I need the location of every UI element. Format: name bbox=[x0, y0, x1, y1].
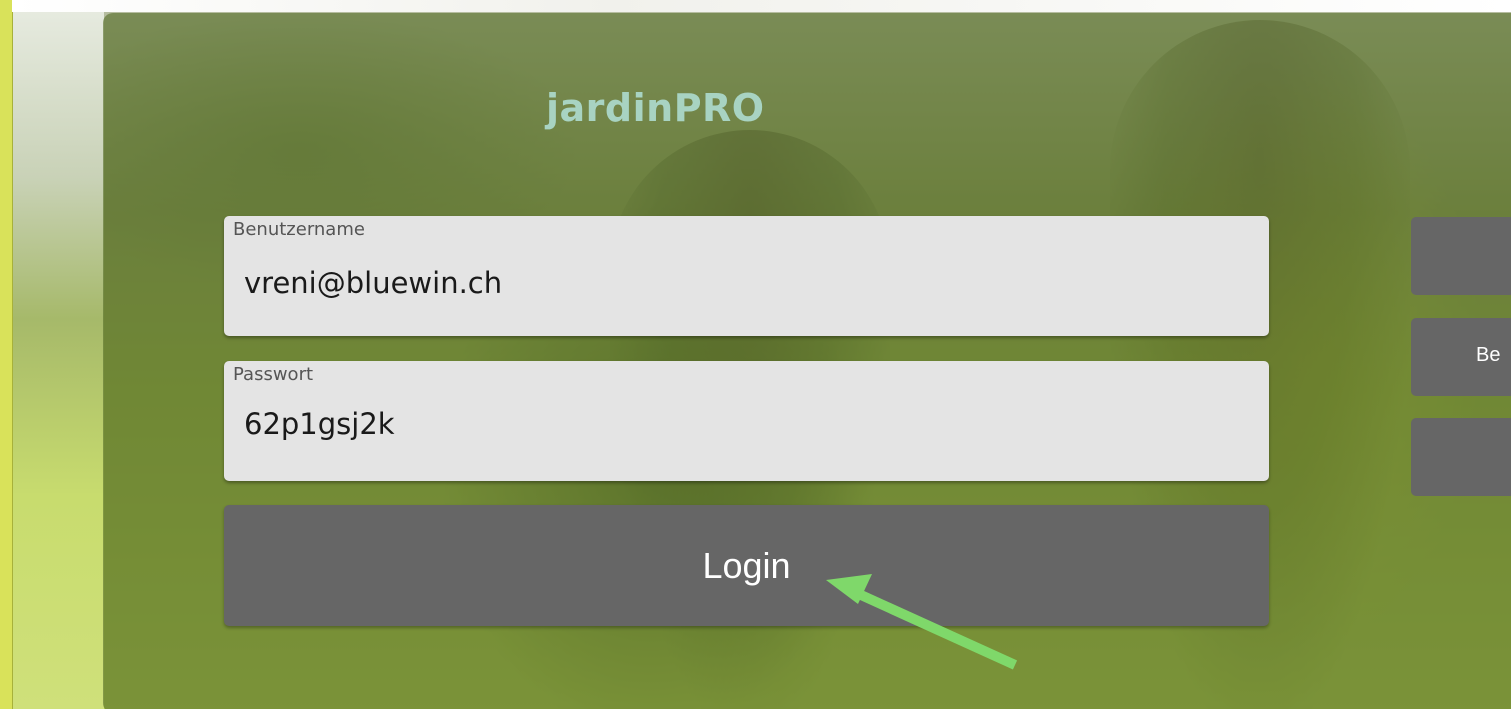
username-field[interactable]: Benutzername vreni@bluewin.ch bbox=[224, 216, 1269, 336]
password-field[interactable]: Passwort 62p1gsj2k bbox=[224, 361, 1269, 481]
login-button[interactable]: Login bbox=[224, 505, 1269, 626]
top-edge bbox=[12, 0, 1511, 12]
side-button-2-label: Be bbox=[1476, 344, 1501, 366]
side-button-2[interactable]: Be bbox=[1411, 318, 1511, 396]
password-label: Passwort bbox=[233, 364, 314, 385]
side-button-1[interactable] bbox=[1411, 217, 1511, 295]
username-input-value[interactable]: vreni@bluewin.ch bbox=[244, 266, 502, 300]
login-button-label: Login bbox=[702, 544, 791, 586]
left-background-edge bbox=[12, 0, 104, 709]
password-input-value[interactable]: 62p1gsj2k bbox=[244, 407, 395, 441]
left-accent-strip bbox=[0, 0, 13, 709]
username-label: Benutzername bbox=[233, 219, 365, 240]
side-button-3[interactable] bbox=[1411, 418, 1511, 496]
brand-title: jardinPRO bbox=[546, 86, 765, 130]
